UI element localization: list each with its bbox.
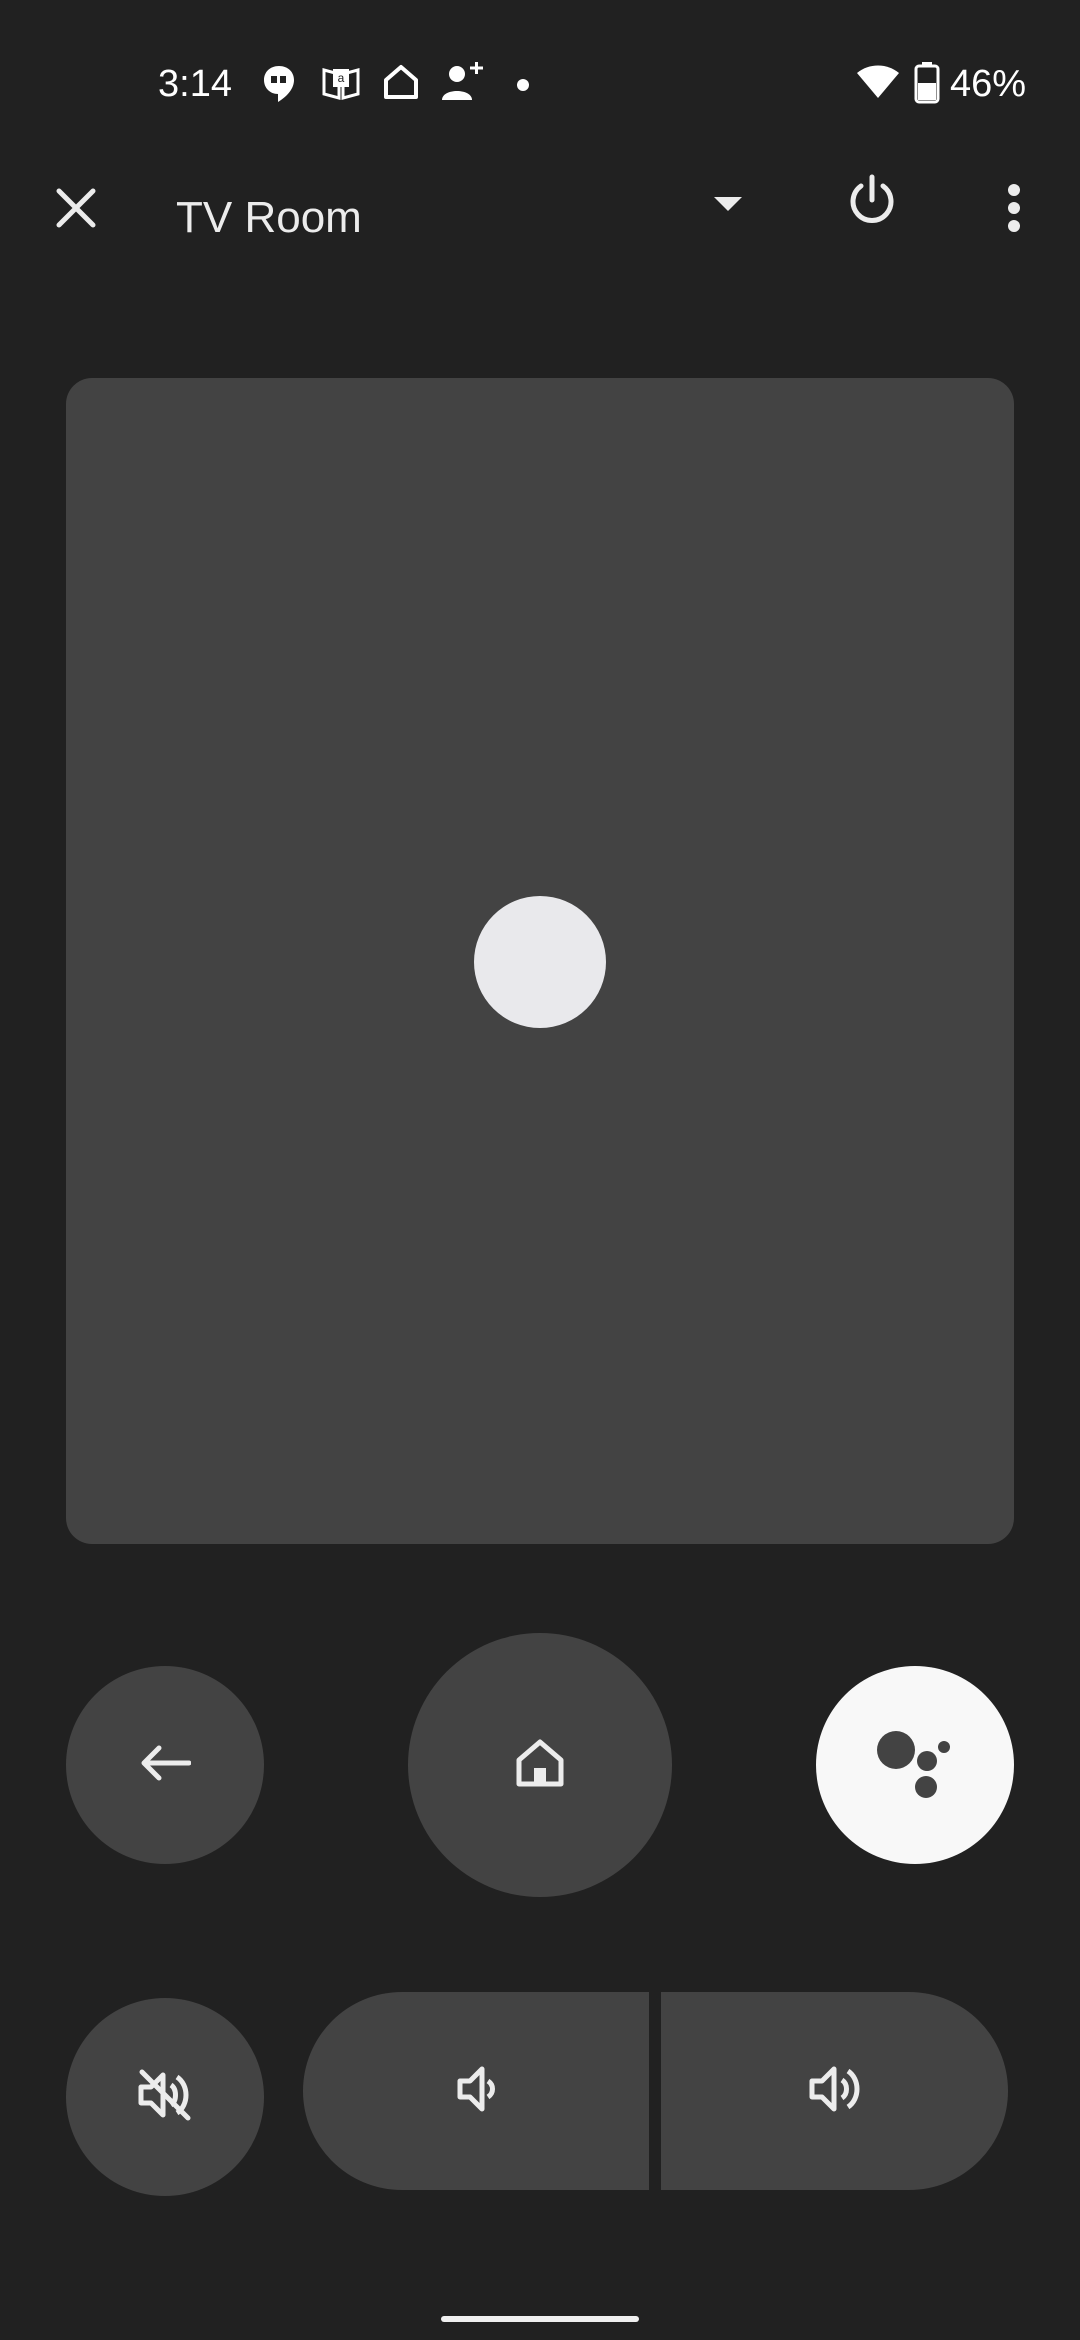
- home-button[interactable]: [408, 1633, 672, 1897]
- volume-off-icon: [137, 2067, 193, 2128]
- add-person-icon: [440, 60, 486, 107]
- google-assistant-icon: [876, 1728, 954, 1803]
- volume-up-button[interactable]: [661, 1992, 1008, 2190]
- dropdown-arrow-icon: [713, 196, 743, 217]
- notification-dot-icon: [516, 78, 530, 97]
- battery-percentage: 46%: [950, 63, 1027, 105]
- google-assistant-button[interactable]: [816, 1666, 1014, 1864]
- back-arrow-icon: [139, 1743, 192, 1788]
- remote-screen: 3:14 a 46% TV Room: [0, 0, 1080, 2340]
- power-icon: [844, 172, 900, 233]
- volume-down-icon: [456, 2065, 496, 2118]
- device-selector-title[interactable]: TV Room: [176, 190, 362, 246]
- back-button[interactable]: [66, 1666, 264, 1864]
- touchpad[interactable]: [66, 378, 1014, 1544]
- svg-text:a: a: [338, 71, 345, 85]
- volume-up-icon: [808, 2061, 862, 2122]
- close-icon: [55, 187, 97, 234]
- close-button[interactable]: [36, 170, 116, 250]
- mute-button[interactable]: [66, 1998, 264, 2196]
- more-vert-icon: [1007, 183, 1021, 238]
- status-bar: 3:14 a 46%: [0, 0, 1080, 130]
- wifi-icon: [856, 64, 900, 105]
- gesture-navigation-handle[interactable]: [441, 2316, 639, 2322]
- volume-down-button[interactable]: [303, 1992, 649, 2190]
- power-button[interactable]: [830, 160, 914, 244]
- more-options-button[interactable]: [984, 170, 1044, 250]
- home-icon: [515, 1738, 565, 1793]
- amazon-kindle-icon: a: [322, 66, 360, 105]
- device-dropdown-button[interactable]: [692, 170, 764, 242]
- touchpad-center-indicator: [474, 896, 606, 1028]
- home-status-icon: [384, 64, 418, 105]
- battery-icon: [914, 62, 940, 109]
- app-bar: TV Room: [0, 160, 1080, 270]
- status-time: 3:14: [158, 63, 232, 105]
- hangouts-icon: [262, 64, 296, 109]
